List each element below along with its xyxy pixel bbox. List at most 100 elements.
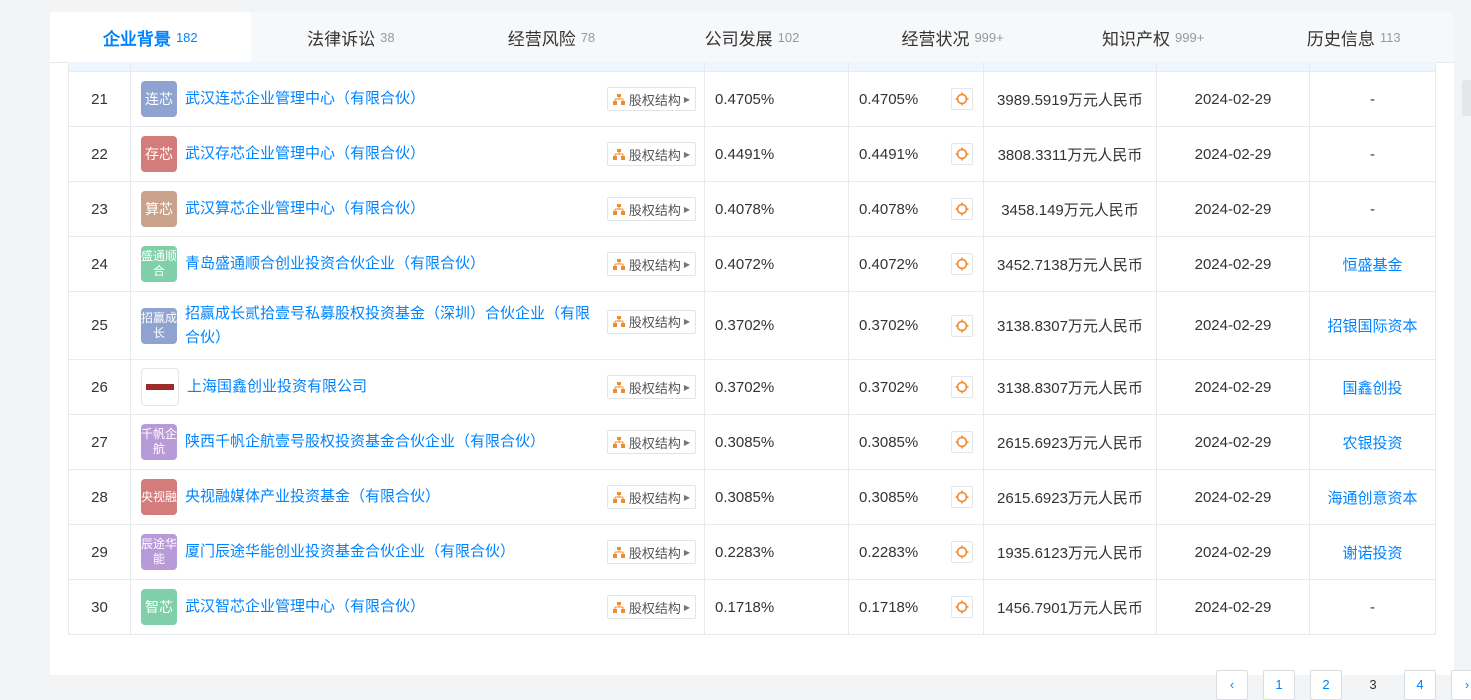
subscription-date: 2024-02-29 (1156, 579, 1310, 635)
table-row: 25 招赢成长 招赢成长贰拾壹号私募股权投资基金（深圳）合伙企业（有限合伙） 股… (68, 291, 1436, 360)
beneficiary-target-button[interactable] (951, 486, 973, 508)
shareholder-name-link[interactable]: 央视融媒体产业投资基金（有限合伙） (185, 485, 601, 509)
investment-institution-link[interactable]: 谢诺投资 (1342, 545, 1402, 562)
target-icon (955, 319, 969, 332)
shareholder-name-link[interactable]: 武汉智芯企业管理中心（有限合伙） (185, 595, 601, 619)
tab-2[interactable]: 法律诉讼 38 (251, 12, 452, 62)
institution-cell: - (1309, 579, 1436, 635)
beneficiary-target-button[interactable] (951, 198, 973, 220)
investment-institution-link[interactable]: 恒盛基金 (1342, 257, 1402, 274)
shareholding-ratio: 0.2283% (704, 524, 849, 580)
equity-button-label: 股权结构 (628, 490, 681, 506)
subscription-date: 2024-02-29 (1156, 181, 1310, 237)
equity-structure-icon (612, 203, 625, 215)
shareholder-cell: 上海国鑫创业投资有限公司 股权结构 ▶ (130, 359, 705, 415)
equity-button-label: 股权结构 (628, 147, 681, 163)
shareholder-name-link[interactable]: 上海国鑫创业投资有限公司 (187, 375, 601, 399)
investment-institution-link[interactable]: 海通创意资本 (1327, 490, 1417, 507)
subscribed-amount: 3458.149万元人民币 (983, 181, 1157, 237)
target-icon (955, 257, 969, 271)
beneficiary-target-button[interactable] (951, 596, 973, 618)
beneficiary-target-button[interactable] (951, 253, 973, 275)
ultimate-benefit-cell: 0.3702% (848, 291, 984, 360)
beneficiary-target-button[interactable] (951, 143, 973, 165)
equity-structure-button[interactable]: 股权结构 ▶ (606, 430, 696, 454)
shareholder-name-link[interactable]: 武汉存芯企业管理中心（有限合伙） (185, 142, 601, 166)
target-icon (955, 545, 969, 559)
tab-1[interactable]: 企业背景 182 (50, 12, 251, 62)
equity-structure-icon (612, 316, 625, 327)
table-row: 24 盛通顺合 青岛盛通顺合创业投资合伙企业（有限合伙） 股权结构 ▶ 0.407… (68, 236, 1436, 292)
beneficiary-target-button[interactable] (951, 88, 973, 110)
subscription-date: 2024-02-29 (1156, 524, 1310, 580)
equity-structure-button[interactable]: 股权结构 ▶ (606, 595, 696, 619)
shareholder-name-link[interactable]: 武汉算芯企业管理中心（有限合伙） (185, 197, 601, 221)
equity-structure-button[interactable]: 股权结构 ▶ (606, 142, 696, 166)
shareholder-name-link[interactable]: 厦门辰途华能创业投资基金合伙企业（有限合伙） (185, 540, 601, 564)
ultimate-benefit-share: 0.4078% (859, 200, 919, 218)
tab-count: 78 (580, 29, 596, 45)
subscribed-amount: 3808.3311万元人民币 (983, 126, 1157, 182)
shareholder-cell: 盛通顺合 青岛盛通顺合创业投资合伙企业（有限合伙） 股权结构 ▶ (130, 236, 705, 292)
beneficiary-target-button[interactable] (951, 376, 973, 398)
target-icon (955, 202, 969, 216)
equity-structure-button[interactable]: 股权结构 ▶ (606, 540, 696, 564)
institution-cell: - (1309, 71, 1436, 127)
beneficiary-target-button[interactable] (951, 431, 973, 453)
logo-text: 智芯 (145, 598, 173, 615)
investment-institution-link[interactable]: 招银国际资本 (1327, 318, 1417, 335)
ultimate-benefit-share: 0.2283% (859, 543, 919, 561)
shareholder-cell: 招赢成长 招赢成长贰拾壹号私募股权投资基金（深圳）合伙企业（有限合伙） 股权结构… (130, 291, 705, 360)
tab-5[interactable]: 经营状况 999+ (852, 12, 1053, 62)
ultimate-benefit-cell: 0.3085% (848, 469, 984, 525)
tab-count: 999+ (1175, 29, 1205, 45)
equity-structure-button[interactable]: 股权结构 ▶ (606, 375, 696, 399)
equity-structure-button[interactable]: 股权结构 ▶ (606, 485, 696, 509)
tab-count: 38 (380, 29, 395, 45)
logo-text: 连芯 (145, 90, 173, 107)
tab-label: 经营风险 (507, 29, 576, 49)
institution-cell: - (1309, 181, 1436, 237)
equity-button-label: 股权结构 (628, 545, 681, 561)
equity-structure-button[interactable]: 股权结构 ▶ (606, 252, 696, 276)
equity-structure-button[interactable]: 股权结构 ▶ (606, 87, 696, 111)
tab-count: 102 (777, 29, 800, 45)
equity-structure-icon (612, 93, 625, 105)
company-logo: 央视融 (141, 479, 177, 515)
company-logo (141, 368, 179, 406)
target-icon (955, 92, 969, 106)
beneficiary-target-button[interactable] (951, 541, 973, 563)
row-index: 29 (68, 524, 131, 580)
shareholder-name-link[interactable]: 招赢成长贰拾壹号私募股权投资基金（深圳）合伙企业（有限合伙） (185, 302, 601, 350)
shareholder-name-link[interactable]: 陕西千帆企航壹号股权投资基金合伙企业（有限合伙） (185, 430, 601, 454)
shareholder-name-link[interactable]: 青岛盛通顺合创业投资合伙企业（有限合伙） (185, 252, 601, 276)
ultimate-benefit-cell: 0.3702% (848, 359, 984, 415)
caret-right-icon: ▶ (683, 317, 690, 326)
tab-3[interactable]: 经营风险 78 (451, 12, 652, 62)
equity-structure-button[interactable]: 股权结构 ▶ (606, 197, 696, 221)
tab-4[interactable]: 公司发展 102 (652, 12, 853, 62)
content-panel: 企业背景 182 法律诉讼 38 经营风险 78 公司发展 102 经营状况 999+ 知识产权 99… (50, 12, 1471, 700)
equity-button-label: 股权结构 (628, 600, 681, 616)
ultimate-benefit-cell: 0.4705% (848, 71, 984, 127)
beneficiary-target-button[interactable] (951, 314, 973, 337)
table-row: 27 千帆企航 陕西千帆企航壹号股权投资基金合伙企业（有限合伙） 股权结构 ▶ 0… (68, 414, 1436, 470)
ultimate-benefit-cell: 0.2283% (848, 524, 984, 580)
subscribed-amount: 2615.6923万元人民币 (983, 469, 1157, 525)
tab-count: 113 (1379, 29, 1401, 45)
shareholder-cell: 智芯 武汉智芯企业管理中心（有限合伙） 股权结构 ▶ (130, 579, 705, 635)
shareholding-ratio: 0.4491% (704, 126, 849, 182)
subscription-date: 2024-02-29 (1156, 236, 1310, 292)
tab-count: 999+ (974, 29, 1004, 45)
equity-structure-button[interactable]: 股权结构 ▶ (606, 309, 696, 334)
target-icon (955, 147, 969, 161)
top-strip (0, 0, 1471, 8)
side-float-tab[interactable] (1462, 80, 1471, 116)
shareholder-name-link[interactable]: 武汉连芯企业管理中心（有限合伙） (185, 87, 601, 111)
shareholding-ratio: 0.4078% (704, 181, 849, 237)
investment-institution-link[interactable]: 国鑫创投 (1342, 380, 1402, 397)
tab-6[interactable]: 知识产权 999+ (1053, 12, 1254, 62)
institution-cell: 农银投资 (1309, 414, 1436, 470)
tab-7[interactable]: 历史信息 113 (1253, 12, 1454, 62)
investment-institution-link[interactable]: 农银投资 (1342, 435, 1402, 452)
